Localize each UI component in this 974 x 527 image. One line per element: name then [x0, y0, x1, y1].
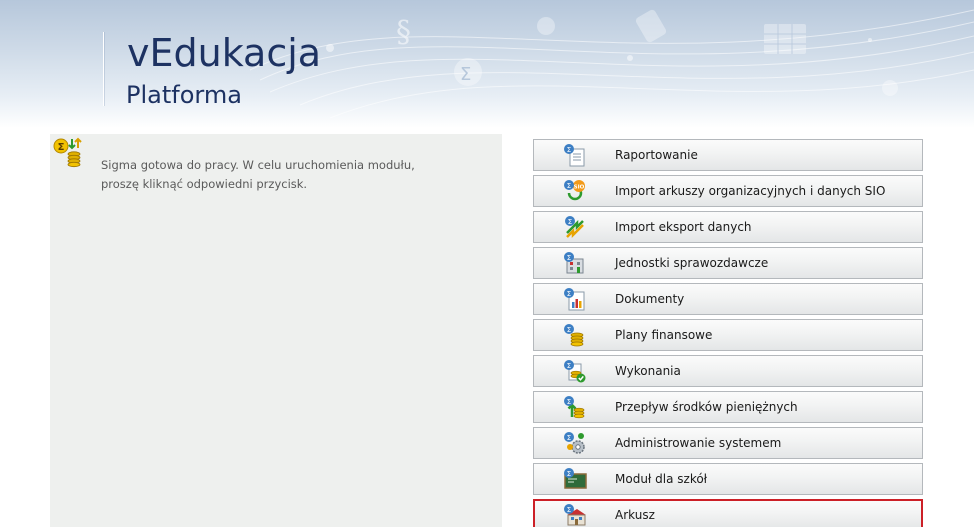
svg-text:Σ: Σ [567, 362, 571, 370]
sio-import-icon: SIO Σ [564, 180, 585, 201]
cash-flow-arrow-icon: Σ [564, 396, 585, 419]
module-label: Dokumenty [615, 292, 685, 306]
module-label: Jednostki sprawozdawcze [615, 256, 769, 270]
module-button-jednostki[interactable]: Σ Jednostki sprawozdawcze [533, 247, 923, 279]
module-button-arkusz[interactable]: Σ Arkusz [533, 499, 923, 527]
app-subtitle: Platforma [126, 81, 242, 109]
svg-text:Σ: Σ [567, 182, 571, 190]
svg-text:SIO: SIO [574, 185, 585, 191]
school-building-icon: Σ [564, 504, 586, 526]
module-button-przeplyw[interactable]: Σ Przepływ środków pieniężnych [533, 391, 923, 423]
module-button-administrowanie[interactable]: Σ Administrowanie systemem [533, 427, 923, 459]
reporting-units-icon: Σ [564, 252, 584, 274]
sigma-coins-icon: Σ [53, 137, 82, 168]
module-button-dokumenty[interactable]: Σ Dokumenty [533, 283, 923, 315]
module-button-raportowanie[interactable]: Σ Raportowanie [533, 139, 923, 171]
module-button-wykonania[interactable]: Σ Wykonania [533, 355, 923, 387]
import-export-arrows-icon: Σ [565, 216, 584, 239]
executions-check-icon: Σ [564, 360, 586, 383]
svg-text:Σ: Σ [460, 64, 471, 85]
module-label: Wykonania [615, 364, 681, 378]
module-button-import-eksport[interactable]: Σ Import eksport danych [533, 211, 923, 243]
module-button-modul-dla-szkol[interactable]: Σ Moduł dla szkół [533, 463, 923, 495]
platform-page: § Σ vEdukacja Platforma Σ Sigma gotowa d… [0, 0, 974, 527]
module-label: Arkusz [615, 508, 655, 522]
svg-text:Σ: Σ [567, 146, 571, 154]
system-admin-gears-icon: Σ [564, 432, 585, 454]
svg-text:Σ: Σ [567, 434, 571, 442]
module-label: Import arkuszy organizacyjnych i danych … [615, 184, 886, 198]
documents-chart-icon: Σ [564, 288, 585, 311]
info-message: Sigma gotowa do pracy. W celu uruchomien… [101, 158, 415, 191]
module-label: Moduł dla szkół [615, 472, 708, 486]
svg-text:Σ: Σ [58, 142, 65, 153]
info-panel: Σ Sigma gotowa do pracy. W celu uruchomi… [50, 134, 502, 527]
school-blackboard-icon: Σ [564, 468, 587, 489]
svg-text:Σ: Σ [567, 470, 571, 478]
header-divider [103, 32, 104, 106]
module-label: Raportowanie [615, 148, 698, 162]
module-label: Import eksport danych [615, 220, 752, 234]
svg-text:Σ: Σ [567, 506, 571, 514]
svg-text:§: § [396, 15, 411, 50]
financial-plans-coins-icon: Σ [564, 324, 584, 347]
module-label: Przepływ środków pieniężnych [615, 400, 798, 414]
app-title: vEdukacja [127, 31, 322, 75]
report-document-icon: Σ [564, 144, 585, 167]
module-label: Administrowanie systemem [615, 436, 782, 450]
module-button-import-sio[interactable]: SIO Σ Import arkuszy organizacyjnych i d… [533, 175, 923, 207]
svg-text:Σ: Σ [568, 218, 572, 226]
module-button-plany-finansowe[interactable]: Σ Plany finansowe [533, 319, 923, 351]
svg-text:Σ: Σ [567, 326, 571, 334]
svg-text:Σ: Σ [567, 290, 571, 298]
svg-text:Σ: Σ [567, 254, 571, 262]
module-label: Plany finansowe [615, 328, 713, 342]
svg-text:Σ: Σ [567, 398, 571, 406]
module-list: Σ Raportowanie SIO Σ Import arkuszy orga… [533, 139, 923, 527]
header-banner: § Σ vEdukacja Platforma [0, 0, 974, 128]
